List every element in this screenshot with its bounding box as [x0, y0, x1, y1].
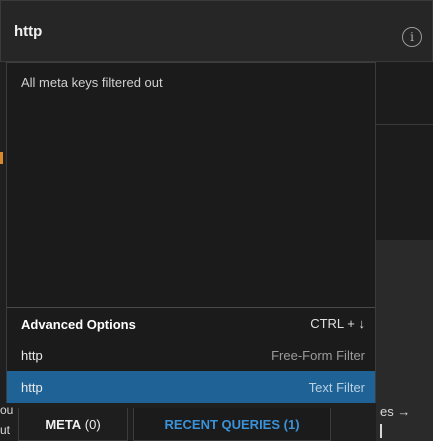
- query-bar: i: [0, 0, 433, 62]
- tab-meta-label: META: [45, 417, 82, 432]
- tab-meta-count: (0): [81, 417, 101, 432]
- query-suggestions-dropdown: All meta keys filtered out Advanced Opti…: [6, 62, 376, 403]
- advanced-options-header: Advanced Options CTRL + ↓: [7, 307, 375, 339]
- meta-filter-message: All meta keys filtered out: [21, 75, 163, 90]
- tab-recent-queries-label: RECENT QUERIES (1): [164, 417, 300, 432]
- query-input[interactable]: [14, 23, 374, 40]
- background-text-fragment: ou: [0, 403, 14, 417]
- info-icon[interactable]: i: [402, 27, 422, 47]
- tab-recent-queries[interactable]: RECENT QUERIES (1): [133, 408, 331, 441]
- advanced-option-text-filter[interactable]: http Text Filter: [7, 371, 375, 403]
- background-text-fragment: ut: [0, 423, 11, 437]
- advanced-options-title: Advanced Options: [21, 317, 136, 332]
- background-accent-mark: [0, 152, 3, 164]
- option-type-label: Text Filter: [308, 380, 365, 395]
- dropdown-tabs: META (0) RECENT QUERIES (1): [18, 408, 338, 441]
- background-header-strip: [376, 62, 433, 125]
- keyboard-shortcut-hint: CTRL + ↓: [310, 316, 365, 331]
- background-link-fragment[interactable]: es →: [380, 404, 410, 419]
- option-query-text: http: [21, 348, 43, 363]
- option-type-label: Free-Form Filter: [271, 348, 365, 363]
- query-builder-window: ou ut es → i All meta keys filtered out …: [0, 0, 433, 441]
- background-text-fragment: [380, 424, 382, 438]
- tab-meta[interactable]: META (0): [18, 408, 128, 441]
- advanced-option-free-form-filter[interactable]: http Free-Form Filter: [7, 339, 375, 371]
- option-query-text: http: [21, 380, 43, 395]
